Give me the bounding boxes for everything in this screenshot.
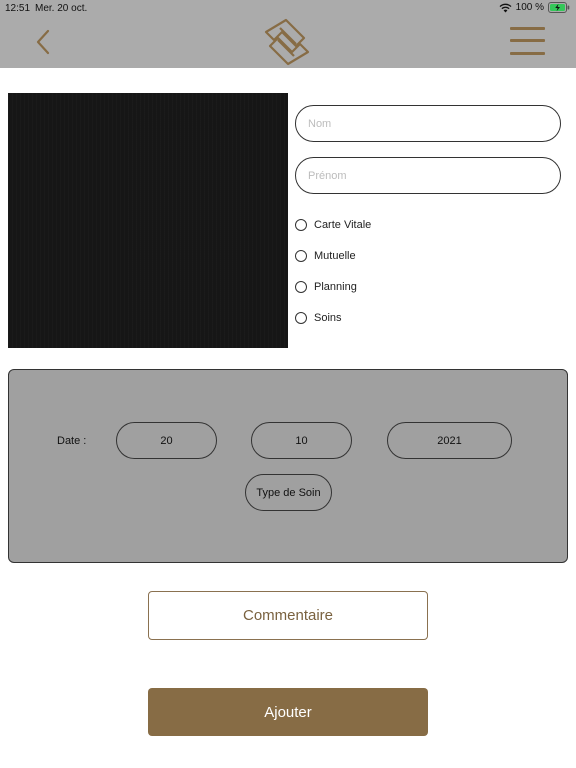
year-picker[interactable]: 2021 — [387, 422, 512, 459]
menu-button[interactable] — [510, 27, 546, 57]
wifi-icon — [499, 3, 512, 12]
back-button[interactable] — [30, 26, 58, 58]
radio-unchecked-icon — [295, 250, 307, 262]
comment-button[interactable]: Commentaire — [148, 591, 428, 640]
option-label: Carte Vitale — [314, 219, 372, 231]
battery-percentage: 100 % — [515, 2, 544, 13]
prenom-field[interactable] — [295, 157, 561, 194]
day-picker[interactable]: 20 — [116, 422, 217, 459]
date-panel: Date : 20 10 2021 Type de Soin — [8, 369, 568, 563]
status-time: 12:51 — [5, 3, 31, 14]
option-label: Planning — [314, 281, 357, 293]
option-soins[interactable]: Soins — [295, 310, 342, 326]
status-date: Mer. 20 oct. — [35, 3, 88, 14]
option-label: Soins — [314, 312, 342, 324]
option-carte-vitale[interactable]: Carte Vitale — [295, 217, 371, 233]
chevron-left-icon — [36, 29, 50, 55]
battery-charging-icon — [548, 2, 570, 13]
add-button[interactable]: Ajouter — [148, 688, 428, 736]
patient-photo[interactable] — [8, 93, 288, 348]
header-bar: 12:51 Mer. 20 oct. 100 % — [0, 0, 576, 68]
month-picker[interactable]: 10 — [251, 422, 352, 459]
option-label: Mutuelle — [314, 250, 356, 262]
radio-unchecked-icon — [295, 312, 307, 324]
status-indicators: 100 % — [499, 2, 570, 13]
status-bar: 12:51 Mer. 20 oct. 100 % — [0, 0, 576, 16]
radio-unchecked-icon — [295, 219, 307, 231]
type-de-soin-button[interactable]: Type de Soin — [245, 474, 332, 511]
nom-field[interactable] — [295, 105, 561, 142]
date-label: Date : — [57, 435, 87, 447]
option-planning[interactable]: Planning — [295, 279, 357, 295]
interlocking-s-logo — [264, 18, 310, 66]
radio-unchecked-icon — [295, 281, 307, 293]
option-mutuelle[interactable]: Mutuelle — [295, 248, 356, 264]
